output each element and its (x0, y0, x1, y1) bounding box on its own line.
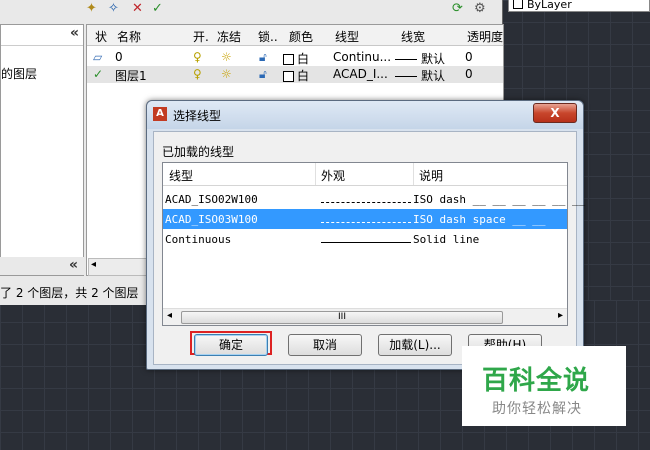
bylayer-dropdown[interactable]: ByLayer (508, 0, 650, 12)
layer-color[interactable]: 白 (283, 50, 309, 67)
tree-item-all-layers[interactable]: 的图层 (1, 65, 37, 82)
layer-filter-tree: « 的图层 (0, 24, 84, 276)
linetype-list-scrollbar[interactable]: ◂ III ▸ (163, 308, 567, 325)
settings-wrench-icon[interactable]: ⚙ (474, 2, 486, 16)
col-appearance-header[interactable]: 外观 (321, 167, 345, 184)
layer-linetype[interactable]: Continu... (333, 50, 391, 64)
linetype-name: Continuous (165, 233, 232, 246)
col-lock[interactable]: 锁.. (258, 28, 278, 45)
scroll-left-icon[interactable]: ◂ (167, 310, 172, 321)
column-divider[interactable] (315, 163, 316, 185)
col-linetype[interactable]: 线型 (335, 28, 359, 45)
sun-icon[interactable]: ☼ (221, 67, 232, 81)
lightbulb-icon[interactable]: ♀ (193, 50, 202, 64)
collapse-icon[interactable]: « (70, 25, 79, 41)
linetype-description: Solid line (413, 233, 480, 246)
layer-name: 0 (115, 50, 123, 64)
layer-row[interactable]: ▱ 0 ♀ ☼ 🔓︎ 白 Continu... 默认 0 (87, 49, 503, 66)
watermark-title: 百科全说 (482, 366, 591, 396)
refresh-icon[interactable]: ⟳ (452, 2, 463, 16)
cancel-button[interactable]: 取消 (288, 334, 362, 356)
watermark-subtitle: 助你轻松解决 (492, 401, 582, 417)
layer-status-text: 了 2 个图层，共 2 个图层 (0, 286, 139, 300)
layer-lineweight[interactable]: 默认 (395, 67, 445, 84)
layer-color[interactable]: 白 (283, 67, 309, 84)
layer-linetype[interactable]: ACAD_I... (333, 67, 388, 81)
watermark: 百科全说 助你轻松解决 (462, 346, 626, 426)
layer-table-header: 状 名称 开. 冻结 锁.. 颜色 线型 线宽 透明度 (87, 25, 503, 46)
unlock-icon[interactable]: 🔓︎ (259, 67, 267, 82)
col-color[interactable]: 颜色 (289, 28, 313, 45)
tree-header: « (1, 25, 83, 46)
col-on[interactable]: 开. (193, 28, 209, 45)
layer-lineweight[interactable]: 默认 (395, 50, 445, 67)
delete-layer-icon[interactable]: ✕ (132, 2, 143, 16)
tree-footer: « (0, 257, 84, 275)
color-swatch-icon (513, 0, 523, 9)
linetype-list[interactable]: 线型 外观 说明 ACAD_ISO02W100 ISO dash __ __ _… (162, 162, 585, 326)
scroll-right-icon[interactable]: ▸ (558, 310, 563, 321)
dialog-title: 选择线型 (173, 109, 222, 123)
expand-icon[interactable]: « (69, 257, 78, 273)
color-box-icon (283, 54, 294, 65)
dialog-body: 已加载的线型 线型 外观 说明 ACAD_ISO02W100 ISO dash … (153, 131, 585, 365)
linetype-description: ISO dash space __ __ (413, 213, 546, 226)
layer-status-icon: ▱ (93, 50, 103, 64)
ok-button[interactable]: 确定 (194, 334, 268, 356)
layer-transparency[interactable]: 0 (465, 50, 473, 64)
autocad-app-icon: A (153, 107, 167, 121)
current-layer-check-icon: ✓ (93, 67, 104, 81)
column-divider[interactable] (413, 163, 414, 185)
col-description-header[interactable]: 说明 (419, 167, 443, 184)
sun-icon[interactable]: ☼ (221, 50, 232, 64)
select-linetype-dialog: A 选择线型 X 已加载的线型 线型 外观 说明 ACAD_ISO02W100 … (146, 100, 585, 370)
new-layer-icon[interactable]: ✦ (86, 2, 97, 16)
scroll-left-icon[interactable]: ◂ (91, 259, 96, 270)
linetype-name: ACAD_ISO03W100 (165, 213, 258, 226)
linetype-appearance (321, 202, 411, 203)
layer-name: 图层1 (115, 69, 147, 83)
linetype-appearance (321, 222, 411, 223)
layer-row[interactable]: ✓ 图层1 ♀ ☼ 🔓︎ 白 ACAD_I... 默认 0 (87, 66, 503, 83)
dialog-titlebar[interactable]: A 选择线型 X (147, 101, 583, 129)
col-lineweight[interactable]: 线宽 (401, 28, 425, 45)
col-linetype-header[interactable]: 线型 (169, 167, 193, 184)
load-button[interactable]: 加载(L)... (378, 334, 452, 356)
layer-transparency[interactable]: 0 (465, 67, 473, 81)
linetype-row[interactable]: Continuous Solid line (163, 229, 567, 249)
col-freeze[interactable]: 冻结 (217, 28, 241, 45)
set-current-icon[interactable]: ✓ (152, 2, 163, 16)
close-button[interactable]: X (533, 103, 577, 123)
loaded-linetypes-label: 已加载的线型 (162, 145, 235, 159)
col-status[interactable]: 状 (95, 28, 107, 45)
unlock-icon[interactable]: 🔓︎ (259, 50, 267, 65)
linetype-description: ISO dash __ __ __ __ __ __ (413, 193, 586, 206)
color-box-icon (283, 71, 294, 82)
linetype-appearance (321, 242, 411, 243)
layer-toolbar: ✦ ✧ ✕ ✓ ⟳ ⚙ (0, 0, 502, 20)
new-layer-frozen-icon[interactable]: ✧ (108, 2, 119, 16)
bylayer-label: ByLayer (527, 0, 572, 11)
lightbulb-icon[interactable]: ♀ (193, 67, 202, 81)
scroll-thumb[interactable]: III (181, 311, 503, 324)
col-transparency[interactable]: 透明度 (467, 28, 503, 45)
linetype-name: ACAD_ISO02W100 (165, 193, 258, 206)
linetype-list-header: 线型 外观 说明 (163, 163, 567, 186)
linetype-row-selected[interactable]: ACAD_ISO03W100 ISO dash space __ __ (163, 209, 567, 229)
linetype-row[interactable]: ACAD_ISO02W100 ISO dash __ __ __ __ __ _… (163, 189, 585, 209)
col-name[interactable]: 名称 (117, 28, 141, 45)
